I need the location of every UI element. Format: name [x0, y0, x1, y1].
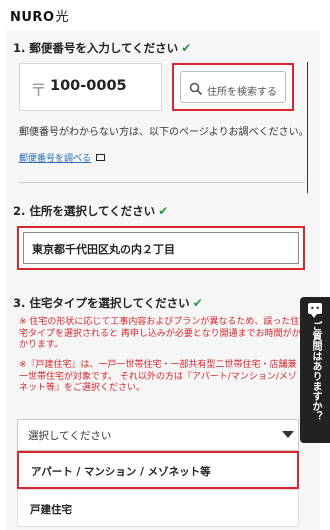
housing-type-select[interactable]: 選択してください	[17, 419, 299, 451]
step1-title: 1. 郵便番号を入力してください ✔	[13, 41, 192, 55]
option-label: アパート / マンション / メゾネット等	[31, 466, 211, 478]
chat-tab-label: ご質問はありますか？	[310, 321, 321, 421]
chevron-down-icon	[282, 431, 294, 438]
check-icon: ✔	[158, 204, 169, 218]
option-label: 戸建住宅	[30, 504, 72, 516]
option-detached-house[interactable]: 戸建住宅	[17, 489, 299, 527]
zip-value: 100-0005	[50, 78, 127, 94]
chat-bubble-icon: •••	[308, 303, 326, 318]
address-select[interactable]: 東京都千代田区丸の内２丁目	[17, 226, 305, 270]
external-window-icon	[96, 154, 106, 161]
selected-address: 東京都千代田区丸の内２丁目	[32, 243, 175, 256]
zip-input[interactable]: 〒 100-0005	[19, 63, 162, 111]
housing-type-note-2: ※『戸建住宅』は、一戸一世帯住宅・一部共有型二世帯住宅・店舗兼一世帯住宅が対象で…	[19, 360, 297, 394]
search-button-label: 住所を検索する	[207, 87, 277, 98]
option-apartment[interactable]: アパート / マンション / メゾネット等	[17, 451, 299, 489]
check-icon: ✔	[192, 296, 203, 310]
address-search-button[interactable]: 住所を検索する	[172, 63, 294, 111]
step2-title: 2. 住所を選択してください ✔	[13, 204, 169, 218]
search-icon	[189, 82, 203, 96]
check-icon: ✔	[181, 41, 192, 55]
postal-mark-icon: 〒	[30, 81, 47, 101]
housing-type-note-1: ※ 住宅の形状に応じて工事内容およびプランが異なるため、誤った住宅タイプを選択さ…	[19, 317, 301, 351]
zip-help-text: 郵便番号がわからない方は、以下のページよりお調べください。	[19, 127, 309, 138]
step3-title: 3. 住宅タイプを選択してください ✔	[13, 296, 203, 310]
chat-help-tab[interactable]: ••• ご質問はありますか？	[300, 297, 330, 443]
select-placeholder: 選択してください	[28, 430, 112, 442]
nuro-logo: NURO光	[10, 10, 70, 25]
zip-lookup-link[interactable]: 郵便番号を調べる	[19, 151, 106, 164]
divider	[19, 182, 305, 183]
